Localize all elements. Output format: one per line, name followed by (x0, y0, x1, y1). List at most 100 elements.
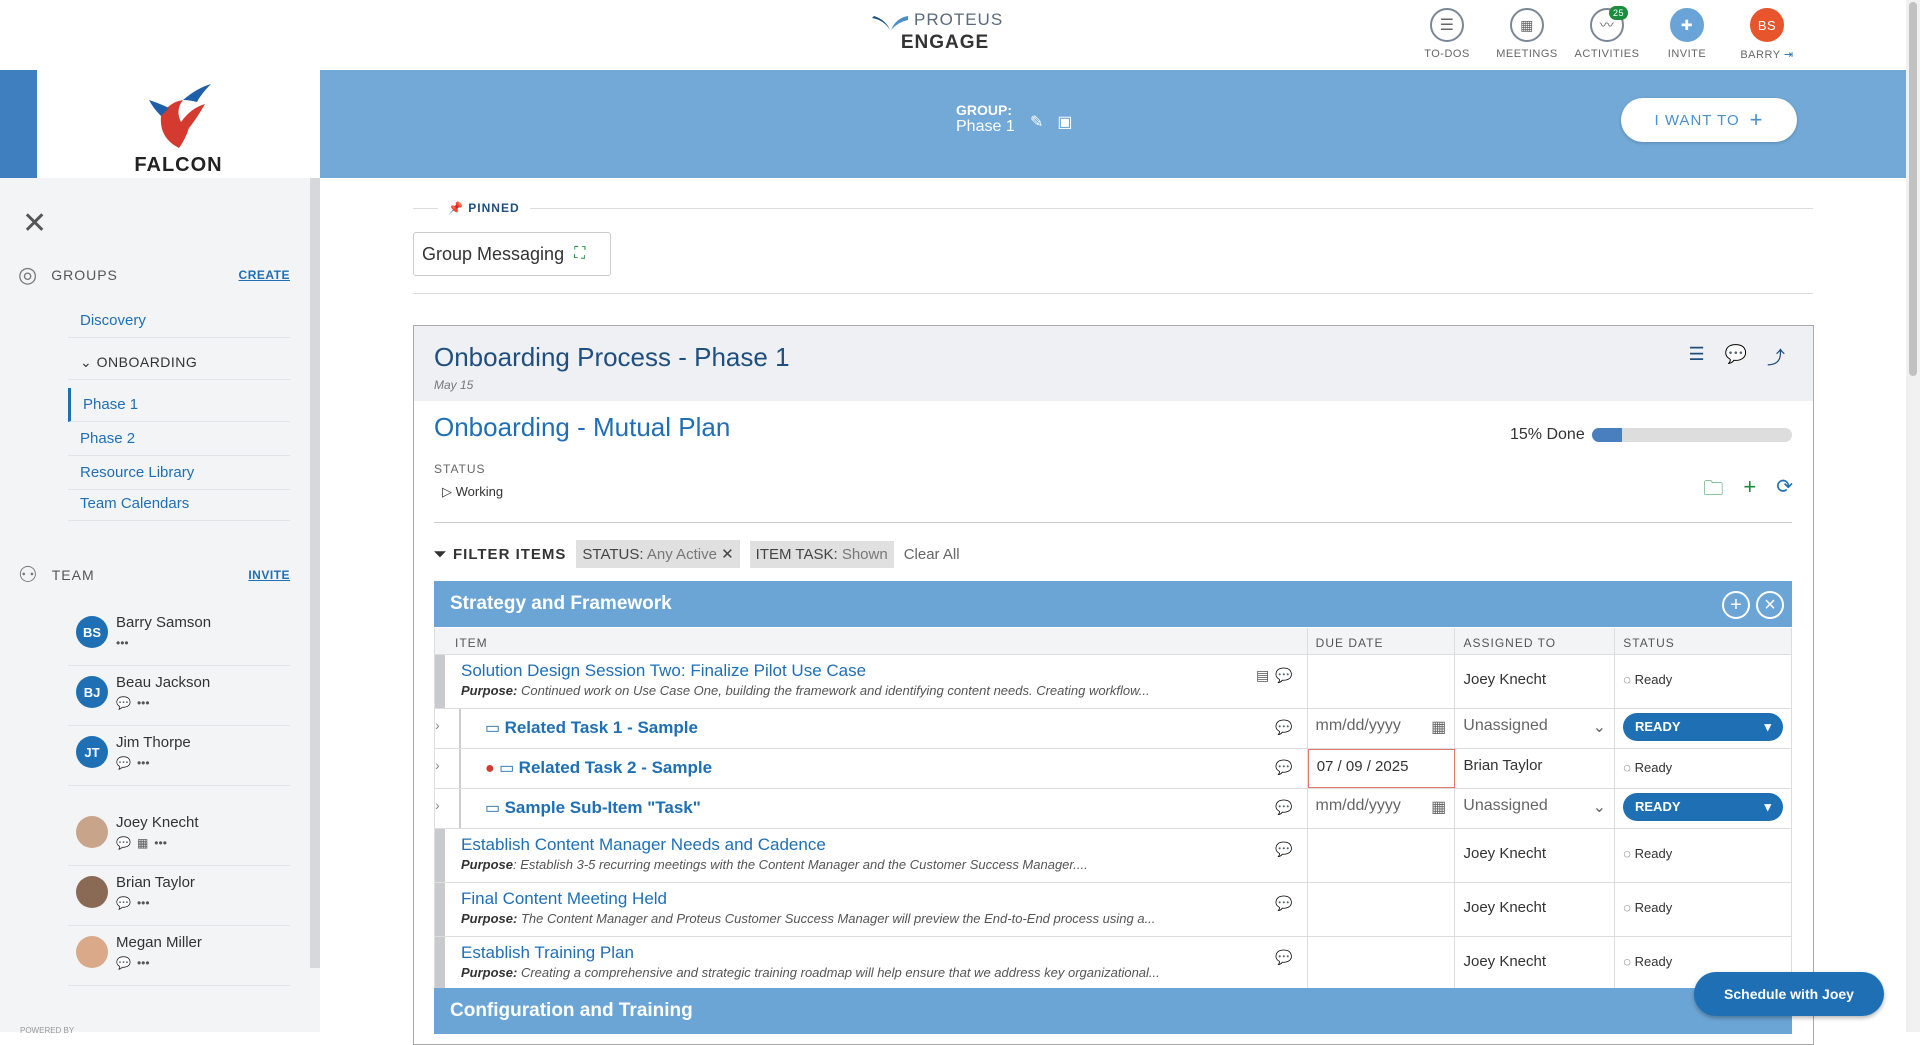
close-icon[interactable]: × (1756, 591, 1784, 619)
tasks-icon[interactable]: ▤ (1256, 667, 1269, 684)
avatar (76, 936, 108, 968)
sidebar-item-team-calendars[interactable]: Team Calendars (68, 487, 290, 521)
team-member[interactable]: Megan Miller 💬 ••• (68, 928, 290, 986)
archive-icon[interactable]: ▣ (1057, 112, 1072, 132)
scrollbar-thumb[interactable] (1909, 2, 1917, 376)
i-want-to-button[interactable]: I WANT TO + (1621, 98, 1797, 142)
chat-icon[interactable]: 💬 (116, 836, 131, 850)
comment-icon[interactable]: 💬 (1275, 895, 1292, 912)
overdue-dot-icon: ● (485, 760, 500, 777)
clear-all-link[interactable]: Clear All (904, 546, 960, 563)
more-icon[interactable]: ••• (137, 956, 150, 970)
team-member[interactable]: BS Barry Samson ••• (68, 608, 290, 666)
section-header[interactable]: Configuration and Training (434, 988, 1792, 1034)
more-icon[interactable]: ••• (137, 896, 150, 910)
section-header[interactable]: Strategy and Framework + × (434, 581, 1792, 627)
activities-button[interactable]: 〰 25 ACTIVITIES (1574, 6, 1640, 61)
close-icon[interactable]: ✕ (22, 206, 47, 241)
filter-chip-item-task[interactable]: ITEM TASK: Shown (749, 540, 894, 568)
chevron-right-icon[interactable]: › (435, 757, 440, 773)
edit-icon[interactable]: ✎ (1030, 112, 1043, 132)
sidebar-folder-onboarding[interactable]: ⌄ ONBOARDING (68, 346, 290, 380)
refresh-icon[interactable]: ⟳ (1776, 474, 1793, 508)
team-member[interactable]: BJ Beau Jackson 💬 ••• (68, 668, 290, 726)
pinned-card[interactable]: Group Messaging ⛶ (413, 232, 611, 276)
due-date-input[interactable]: mm/dd/yyyy ▦ (1316, 797, 1447, 817)
more-icon[interactable]: ••• (137, 756, 150, 770)
checklist-icon[interactable]: ☰ (1688, 344, 1704, 370)
comment-icon[interactable]: 💬 (1275, 799, 1292, 816)
table-row[interactable]: › ▭ Sample Sub-Item "Task" 💬 mm/dd/yyyy ▦… (435, 788, 1791, 828)
ready-icon: ◌ (1623, 846, 1635, 861)
more-icon[interactable]: ••• (154, 836, 167, 850)
page-scrollbar[interactable] (1906, 0, 1920, 1032)
sidebar-scrollbar[interactable] (310, 178, 320, 968)
comment-icon[interactable]: 💬 (1275, 759, 1292, 776)
todos-button[interactable]: ☰ TO-DOS (1414, 8, 1480, 61)
user-menu-button[interactable]: BS BARRY ⇥ (1734, 8, 1800, 61)
logout-icon: ⇥ (1780, 49, 1794, 61)
groups-header: ◎ GROUPS CREATE (18, 262, 290, 287)
table-row[interactable]: › ● ▭ Related Task 2 - Sample 💬 07 / 09 … (435, 748, 1791, 788)
assignee-select[interactable]: Unassigned ⌄ (1463, 717, 1606, 737)
due-date-input[interactable]: mm/dd/yyyy ▦ (1316, 717, 1447, 737)
table-row[interactable]: Final Content Meeting Held Purpose: The … (435, 882, 1791, 936)
chat-icon[interactable]: 💬 (116, 956, 131, 970)
invite-button[interactable]: ✚ INVITE (1654, 8, 1720, 61)
comment-icon[interactable]: 💬 (1725, 344, 1747, 370)
create-group-link[interactable]: CREATE (239, 268, 290, 282)
comment-icon[interactable]: 💬 (1275, 949, 1292, 966)
table-row[interactable]: Solution Design Session Two: Finalize Pi… (435, 654, 1791, 708)
meetings-button[interactable]: ▦ MEETINGS (1494, 8, 1560, 61)
sidebar-item-resource-library[interactable]: Resource Library (68, 456, 290, 490)
calendar-icon[interactable]: ▦ (1431, 717, 1446, 737)
status-label: STATUS (434, 462, 486, 476)
table-row[interactable]: Establish Training Plan Purpose: Creatin… (435, 936, 1791, 990)
more-icon[interactable]: ••• (137, 696, 150, 710)
add-icon[interactable]: + (1722, 591, 1750, 619)
status-value[interactable]: ▷ Working (442, 484, 503, 500)
schedule-button[interactable]: Schedule with Joey (1694, 972, 1884, 1016)
table-row[interactable]: Establish Content Manager Needs and Cade… (435, 828, 1791, 882)
sidebar-item-phase-1[interactable]: Phase 1 (68, 388, 290, 422)
comment-icon[interactable]: 💬 (1275, 667, 1292, 684)
activities-badge: 25 (1608, 6, 1628, 20)
comment-icon[interactable]: 💬 (1275, 719, 1292, 736)
status-dropdown[interactable]: READY ▾ (1623, 713, 1783, 741)
more-icon[interactable]: ••• (116, 636, 129, 650)
team-member[interactable]: JT Jim Thorpe 💬 ••• (68, 728, 290, 786)
invite-team-link[interactable]: INVITE (248, 568, 290, 582)
sidebar-item-discovery[interactable]: Discovery (68, 304, 290, 338)
filter-button[interactable]: ⏷ FILTER ITEMS (434, 546, 566, 563)
company-logo: FALCON (37, 70, 320, 178)
status-dropdown[interactable]: READY ▾ (1623, 793, 1783, 821)
group-header: GROUP: Phase 1 ✎ ▣ (956, 102, 1073, 136)
drag-handle[interactable] (435, 655, 445, 708)
app-logo[interactable]: PROTEUS ENGAGE (870, 10, 1002, 54)
expand-icon[interactable]: ⛶ (574, 245, 585, 263)
plan-title[interactable]: Onboarding - Mutual Plan (434, 412, 730, 443)
table-row[interactable]: › ▭ Related Task 1 - Sample 💬 mm/dd/yyyy… (435, 708, 1791, 748)
calendar-icon[interactable]: ▦ (1431, 797, 1446, 817)
drag-handle[interactable] (435, 883, 445, 936)
add-icon[interactable]: + (1743, 474, 1756, 508)
chevron-right-icon[interactable]: › (435, 717, 440, 733)
calendar-add-icon[interactable]: ▦ (137, 836, 148, 850)
close-icon[interactable]: ✕ (721, 546, 734, 563)
drag-handle[interactable] (435, 937, 445, 990)
team-member[interactable]: Brian Taylor 💬 ••• (68, 868, 290, 926)
chevron-right-icon[interactable]: › (435, 797, 440, 813)
filter-chip-status[interactable]: STATUS: Any Active ✕ (576, 540, 740, 568)
drag-handle[interactable] (435, 829, 445, 882)
group-name: Phase 1 (956, 118, 1015, 135)
assignee-select[interactable]: Unassigned ⌄ (1463, 797, 1606, 817)
add-folder-icon[interactable]: 🗀 (1703, 474, 1723, 508)
chat-icon[interactable]: 💬 (116, 756, 131, 770)
sidebar-item-phase-2[interactable]: Phase 2 (68, 422, 290, 456)
comment-icon[interactable]: 💬 (1275, 841, 1292, 858)
team-member[interactable]: Joey Knecht 💬 ▦ ••• (68, 808, 290, 866)
chat-icon[interactable]: 💬 (116, 696, 131, 710)
chat-icon[interactable]: 💬 (116, 896, 131, 910)
pinned-section (413, 208, 1813, 294)
share-icon[interactable]: ⤴ (1767, 344, 1785, 370)
